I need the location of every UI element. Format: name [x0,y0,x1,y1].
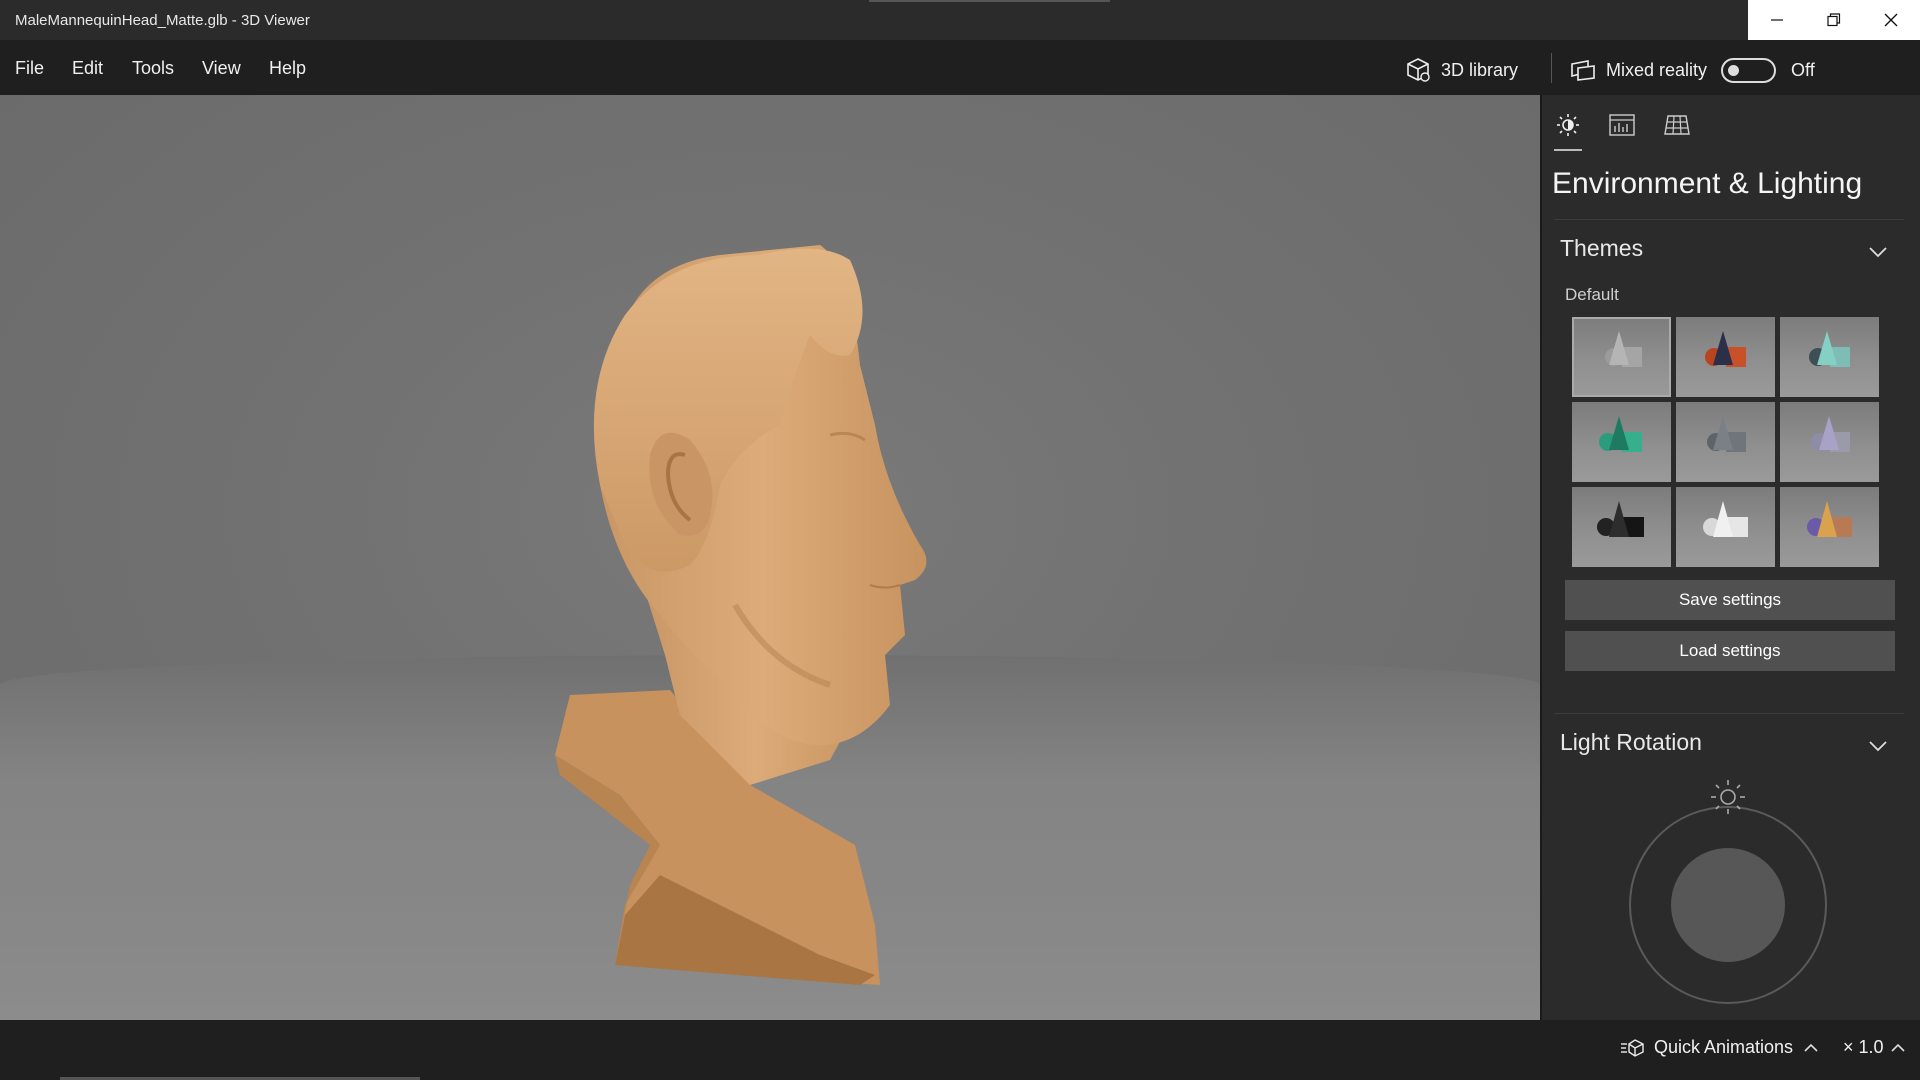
mixed-reality-label: Mixed reality [1606,59,1708,80]
light-rotation-heading[interactable]: Light Rotation [1560,729,1702,756]
theme-preview-shapes [1811,416,1850,452]
toggle-knob [1728,64,1740,76]
theme-tile-teal[interactable] [1780,317,1879,397]
sun-icon [1557,114,1579,136]
panel-title: Environment & Lighting [1552,167,1863,200]
title-bar: MaleMannequinHead_Matte.glb - 3D Viewer [0,0,1920,40]
window-controls [1748,0,1920,40]
animation-speed-button[interactable]: × 1.0 [1843,1037,1906,1058]
themes-heading[interactable]: Themes [1560,235,1643,262]
quick-animations-label: Quick Animations [1654,1037,1794,1057]
menu-edit[interactable]: Edit [72,58,103,79]
3d-viewport[interactable] [0,95,1540,1020]
save-settings-button[interactable]: Save settings [1565,580,1895,620]
light-rotation-dial[interactable] [1628,775,1828,1005]
tab-environment[interactable] [1553,110,1583,140]
theme-tile-lavender[interactable] [1780,402,1879,482]
close-button[interactable] [1862,0,1919,40]
stats-icon [1609,114,1635,136]
menu-help[interactable]: Help [269,58,306,79]
window-title: MaleMannequinHead_Matte.glb - 3D Viewer [15,12,310,29]
mixed-reality-control: Mixed reality Off [1570,55,1815,85]
mannequin-head-model[interactable] [530,185,1010,985]
grid-icon [1664,115,1690,135]
mixed-reality-state: Off [1791,59,1815,80]
menu-file[interactable]: File [15,58,44,79]
sun-icon[interactable] [1711,780,1745,814]
toolbar-divider [1551,53,1552,83]
tab-selected-indicator [1554,149,1582,151]
theme-tile-purple-gold[interactable] [1780,487,1879,567]
theme-preview-shapes [1707,416,1746,452]
chevron-down-icon[interactable] [1868,739,1888,753]
animation-speed-label: × 1.0 [1843,1037,1884,1057]
chevron-up-icon [1804,1043,1818,1052]
theme-preview-shapes [1597,501,1644,537]
chevron-down-icon[interactable] [1868,245,1888,259]
close-icon [1884,13,1897,27]
load-settings-button[interactable]: Load settings [1565,631,1895,671]
menu-tools[interactable]: Tools [132,58,174,79]
theme-preview-shapes [1605,331,1642,367]
mixed-reality-toggle[interactable] [1721,57,1777,83]
theme-tile-orange[interactable] [1676,317,1775,397]
title-drag-indicator [869,0,1110,2]
menu-view[interactable]: View [202,58,241,79]
cube-library-icon [1407,58,1430,82]
theme-preview-shapes [1705,331,1746,367]
restore-button[interactable] [1805,0,1862,40]
restore-icon [1826,13,1840,27]
theme-preview-shapes [1809,331,1850,367]
tab-grid-views[interactable] [1662,110,1692,140]
quick-animations-button[interactable]: Quick Animations [1620,1037,1819,1058]
chevron-up-icon [1890,1043,1905,1052]
3d-library-label: 3D library [1441,59,1519,80]
theme-preview-shapes [1599,416,1642,452]
theme-tile-white[interactable] [1676,487,1775,567]
theme-selected-label: Default [1565,285,1619,304]
quick-animations-icon [1621,1038,1644,1057]
theme-grid [1572,317,1882,567]
mixed-reality-icon [1571,60,1595,81]
panel-divider [1554,713,1904,714]
theme-tile-gray[interactable] [1676,402,1775,482]
3d-library-button[interactable]: 3D library [1405,55,1518,85]
panel-separator [1540,95,1542,1020]
minimize-button[interactable] [1748,0,1805,40]
theme-tile-green[interactable] [1572,402,1671,482]
minimize-icon [1770,19,1783,21]
tab-statistics[interactable] [1607,110,1637,140]
environment-panel: Environment & Lighting Themes Default Sa… [1540,95,1920,1020]
theme-tile-dark[interactable] [1572,487,1671,567]
panel-divider [1554,219,1904,220]
theme-preview-shapes [1807,501,1852,537]
theme-preview-shapes [1703,501,1748,537]
theme-tile-default[interactable] [1572,317,1671,397]
